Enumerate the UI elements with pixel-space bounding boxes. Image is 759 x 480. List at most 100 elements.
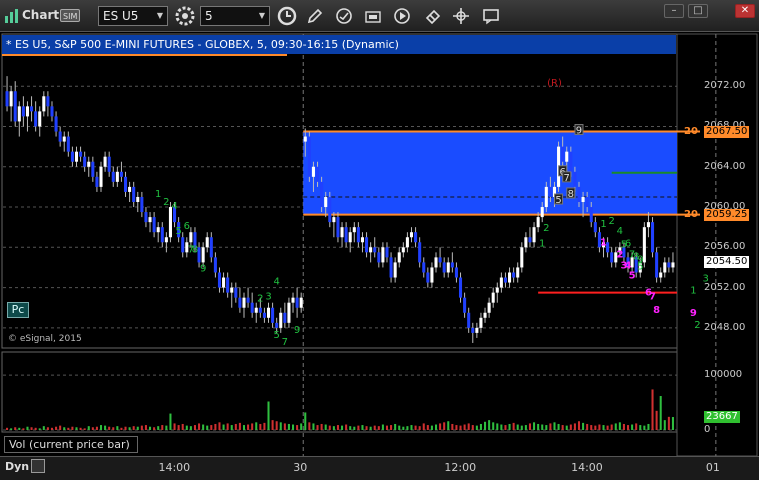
td-count-green: 5 [273,330,279,341]
candle-body [544,186,548,208]
candle-body [463,297,467,313]
candle-body [405,237,409,248]
candle-body [512,272,516,278]
candle-body [467,312,471,328]
candle-body [189,232,193,243]
candle-body [91,161,95,177]
candle-body [160,227,164,243]
volume-panel[interactable] [1,351,678,433]
play-icon[interactable] [393,7,411,25]
lock-icon[interactable] [31,459,45,473]
candle-body [254,307,258,313]
candle-body [667,262,671,268]
time-tick-label: 12:00 [444,461,477,474]
candle-body [279,312,283,328]
gift-icon[interactable] [364,7,382,25]
candle-body [66,136,70,152]
pencil-icon[interactable] [306,7,324,25]
candle-body [266,307,271,318]
td-count-magenta: 2 [616,249,623,260]
dyn-label[interactable]: Dyn [5,460,29,473]
crosshair-icon[interactable] [452,7,470,25]
candle-body [520,247,524,268]
candle-body [17,106,21,122]
candle-body [136,196,140,202]
price-tick-label: 2064.00 [704,160,746,172]
td-count-magenta: 9 [690,308,697,319]
price-level-label: 2054.50 [704,256,750,269]
candle-body [503,277,507,283]
chart-icon [5,9,18,23]
td-count-green: 5 [637,261,643,272]
candle-body [540,207,544,218]
candle-body [365,237,369,253]
r-marker: (R) [547,78,562,89]
refresh-icon[interactable] [335,7,353,25]
volume-study-label[interactable]: Vol (current price bar) [4,436,138,453]
candle-body [111,171,115,182]
candle-body [87,161,91,167]
td-count-magenta: 5 [629,271,636,282]
candle-body [34,111,38,127]
candle-body [446,262,450,273]
volume-tick-label: 100000 [704,369,743,381]
credit-text: © eSignal, 2015 [8,334,82,344]
td-count-magenta: 1 [600,237,607,248]
chevron-down-icon[interactable]: ▼ [157,7,163,25]
eraser-icon[interactable] [424,7,442,25]
candle-body [389,257,393,278]
candle-body [422,262,426,273]
candle-body [295,297,299,308]
settings-icon[interactable] [174,5,196,27]
candle-body [401,247,405,253]
candle-body [650,222,655,253]
candle-body [524,237,528,248]
price-tick-label: 2048.00 [704,321,746,333]
candle-body [107,156,111,172]
candle-body [258,307,262,313]
clock-icon[interactable] [276,5,298,27]
td-count-green: 1 [155,189,161,200]
candle-body [663,262,667,273]
minimize-button[interactable]: – [664,4,684,18]
candle-body [9,91,13,107]
candle-body [324,196,328,208]
maximize-button[interactable]: □ [688,4,708,18]
pc-button[interactable]: Pc [7,302,29,318]
candle-body [271,307,275,323]
candle-body [454,267,458,278]
price-tick-label: 2052.00 [704,281,746,293]
candle-body [577,186,581,202]
candle-body [438,257,442,263]
candle-body [209,237,213,258]
candle-body [226,277,230,293]
chevron-down-icon[interactable]: ▼ [259,7,265,25]
candle-body [283,312,287,323]
candle-body [30,106,34,112]
candle-body [54,116,58,132]
candle-body [222,277,226,288]
candle-body [115,171,119,182]
candle-body [487,302,491,313]
candle-body [46,96,50,107]
candle-body [573,171,577,187]
symbol-combo[interactable]: ES U5 ▼ [98,6,168,26]
price-chart[interactable]: 1245678923457921124567895312123456789967… [0,32,759,456]
td-count-green: 6 [625,238,631,249]
comment-icon[interactable] [482,7,500,25]
td-count-green: 2 [694,320,700,331]
td-count-green: 5 [175,226,181,237]
setup-label: 9 [576,126,582,137]
candle-body [585,196,589,208]
candle-body [103,156,107,167]
candle-body [25,106,30,117]
candle-body [569,151,573,172]
interval-combo[interactable]: 5 ▼ [200,6,270,26]
candle-body [508,272,512,283]
td-count-green: 2 [163,197,169,208]
candle-body [299,297,303,308]
close-button[interactable]: ✕ [735,4,755,18]
candle-body [230,287,234,293]
candle-body [491,292,495,303]
candle-body [42,96,46,112]
